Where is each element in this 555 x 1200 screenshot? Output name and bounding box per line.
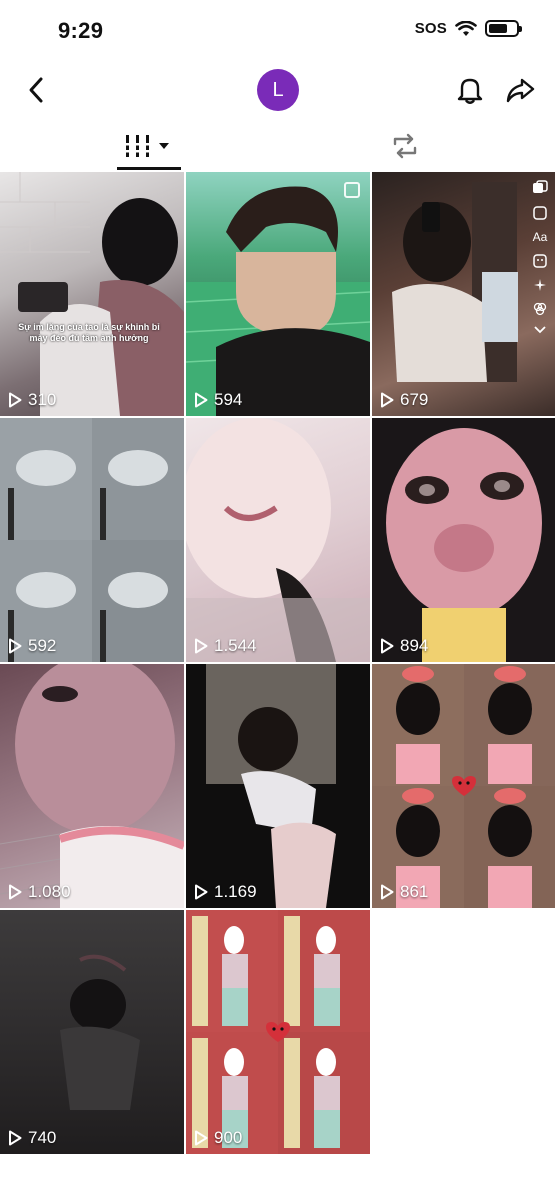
view-count: 594 <box>194 390 242 410</box>
video-caption: Sự im lặng của tao là sự khinh bỉ mày đé… <box>18 322 160 343</box>
play-icon <box>9 392 22 408</box>
view-count: 1.080 <box>8 882 71 902</box>
view-count: 679 <box>380 390 428 410</box>
multi-photo-icon <box>344 182 360 198</box>
view-count-value: 679 <box>400 390 429 409</box>
effects-icon[interactable] <box>533 278 547 292</box>
video-thumbnail <box>186 418 370 662</box>
tab-videos[interactable] <box>117 122 181 170</box>
video-tile[interactable]: 894 <box>372 418 555 662</box>
text-tool-icon[interactable]: Aa <box>533 230 548 244</box>
view-count: 1.169 <box>194 882 257 902</box>
play-icon <box>195 392 208 408</box>
video-tile[interactable]: 1.080 <box>0 664 184 908</box>
video-tile[interactable]: 740 <box>0 910 184 1154</box>
view-count: 894 <box>380 636 428 656</box>
battery-level <box>489 24 507 33</box>
view-count-value: 894 <box>400 636 429 655</box>
layers-icon[interactable] <box>532 180 548 196</box>
video-thumbnail <box>60 954 140 1110</box>
view-count-value: 1.169 <box>214 882 257 901</box>
heart-sticker-icon <box>266 1022 290 1042</box>
video-thumbnail <box>206 664 336 908</box>
chevron-down-icon[interactable] <box>534 326 546 334</box>
video-tile[interactable]: Sự im lặng của tao là sự khinh bỉ mày đé… <box>0 172 184 416</box>
tab-reposts[interactable] <box>373 122 437 170</box>
profile-tabs <box>0 122 555 170</box>
profile-header: L <box>0 62 555 118</box>
emoji-icon[interactable] <box>533 254 547 268</box>
editor-side-tools: Aa <box>530 180 550 334</box>
view-count-value: 594 <box>214 390 243 409</box>
play-icon <box>9 638 22 654</box>
play-icon <box>9 884 22 900</box>
view-count: 900 <box>194 1128 242 1148</box>
video-thumbnail <box>0 664 184 908</box>
view-count: 1.544 <box>194 636 257 656</box>
view-count-value: 900 <box>214 1128 243 1147</box>
video-thumbnail <box>372 418 555 662</box>
view-count-value: 861 <box>400 882 429 901</box>
status-bar: 9:29 SOS <box>0 0 555 62</box>
view-count: 861 <box>380 882 428 902</box>
play-icon <box>381 884 394 900</box>
chevron-left-icon <box>29 77 43 103</box>
play-icon <box>381 638 394 654</box>
bell-icon <box>457 78 483 104</box>
view-count: 310 <box>8 390 56 410</box>
sos-indicator: SOS <box>414 20 447 37</box>
view-count: 592 <box>8 636 56 656</box>
battery-icon <box>485 20 522 37</box>
video-tile[interactable]: 594 <box>186 172 370 416</box>
wifi-icon <box>455 20 477 36</box>
video-tile[interactable]: 592 <box>0 418 184 662</box>
view-count-value: 1.544 <box>214 636 257 655</box>
play-icon <box>195 884 208 900</box>
grid-icon <box>124 135 169 157</box>
video-thumbnail <box>392 182 518 382</box>
share-arrow-icon <box>506 78 535 103</box>
video-tile[interactable]: 861 <box>372 664 555 908</box>
play-icon <box>381 392 394 408</box>
avatar[interactable]: L <box>257 69 299 111</box>
view-count-value: 740 <box>28 1128 57 1147</box>
back-button[interactable] <box>18 72 54 108</box>
filters-icon[interactable] <box>533 302 547 316</box>
share-button[interactable] <box>500 70 540 110</box>
view-count-value: 310 <box>28 390 57 409</box>
status-right: SOS <box>414 20 522 37</box>
play-icon <box>195 638 208 654</box>
play-icon <box>9 1130 22 1146</box>
heart-sticker-icon <box>452 776 476 796</box>
active-tab-indicator <box>117 167 181 170</box>
video-tile[interactable]: 900 <box>186 910 370 1154</box>
video-tile[interactable]: 1.169 <box>186 664 370 908</box>
video-thumbnail <box>186 186 370 416</box>
notifications-button[interactable] <box>450 70 490 110</box>
view-count-value: 1.080 <box>28 882 71 901</box>
video-thumbnail <box>0 172 184 416</box>
video-thumbnail <box>0 418 184 662</box>
sticker-icon[interactable] <box>533 206 547 220</box>
view-count: 740 <box>8 1128 56 1148</box>
play-icon <box>195 1130 208 1146</box>
repost-icon <box>393 133 417 159</box>
video-tile[interactable]: 1.544 <box>186 418 370 662</box>
view-count-value: 592 <box>28 636 57 655</box>
status-time: 9:29 <box>58 18 104 43</box>
video-tile[interactable]: Aa 679 <box>372 172 555 416</box>
